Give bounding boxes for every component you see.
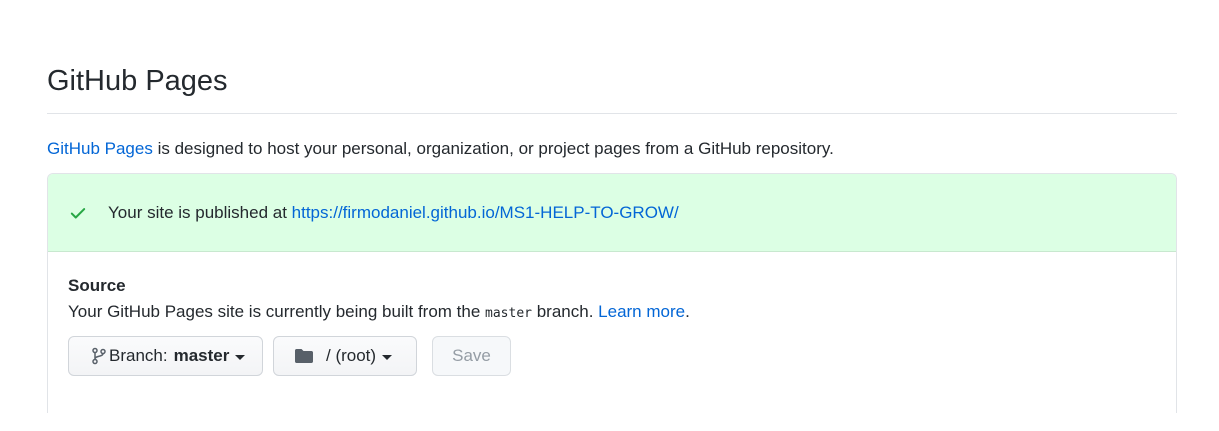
- branch-label: Branch:: [109, 346, 168, 365]
- published-flash: Your site is published at https://firmod…: [48, 174, 1176, 252]
- published-message: Your site is published at https://firmod…: [108, 202, 679, 224]
- section-header: GitHub Pages: [47, 62, 1177, 114]
- page-title: GitHub Pages: [47, 65, 228, 97]
- source-desc-end: .: [685, 302, 690, 321]
- chevron-down-icon: [382, 354, 393, 360]
- branch-code: master: [485, 306, 532, 321]
- check-icon: [70, 208, 86, 219]
- intro-description: is designed to host your personal, organ…: [152, 139, 834, 158]
- source-description: Your GitHub Pages site is currently bein…: [68, 301, 690, 325]
- learn-more-link[interactable]: Learn more: [598, 302, 685, 321]
- published-prefix: Your site is published at: [108, 203, 292, 222]
- source-desc-before: Your GitHub Pages site is currently bein…: [68, 302, 486, 321]
- intro-text: GitHub Pages is designed to host your pe…: [47, 138, 834, 160]
- source-desc-after: branch.: [532, 302, 599, 321]
- branch-select-button[interactable]: Branch: master: [68, 336, 263, 376]
- folder-select-button[interactable]: / (root): [273, 336, 417, 376]
- chevron-down-icon: [235, 354, 246, 360]
- github-pages-settings: GitHub Pages GitHub Pages is designed to…: [0, 0, 1219, 431]
- github-pages-link[interactable]: GitHub Pages: [47, 139, 153, 158]
- source-heading: Source: [68, 276, 126, 295]
- pages-settings-box: Your site is published at https://firmod…: [47, 173, 1177, 413]
- branch-value: master: [173, 346, 230, 365]
- git-branch-icon: [92, 347, 106, 365]
- folder-value: / (root): [326, 346, 377, 365]
- folder-icon: [295, 349, 313, 363]
- save-button[interactable]: Save: [432, 336, 511, 376]
- published-site-link[interactable]: https://firmodaniel.github.io/MS1-HELP-T…: [292, 203, 679, 222]
